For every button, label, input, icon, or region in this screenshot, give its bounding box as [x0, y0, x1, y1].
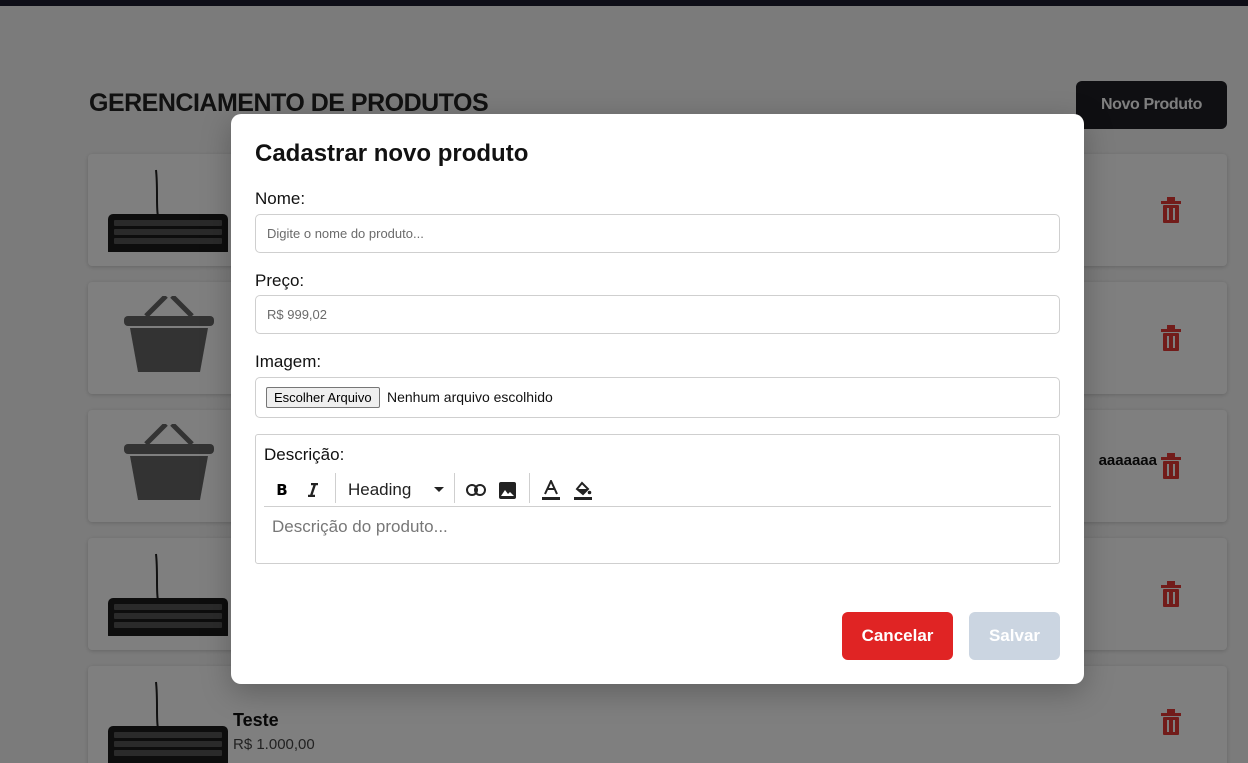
image-icon[interactable] [493, 476, 521, 504]
text-color-icon[interactable] [537, 476, 565, 504]
image-label: Imagem: [255, 352, 322, 371]
toolbar-divider [529, 473, 530, 503]
bold-icon[interactable]: B [268, 476, 296, 504]
modal-title: Cadastrar novo produto [255, 140, 529, 167]
italic-icon[interactable] [299, 476, 327, 504]
name-label: Nome: [255, 189, 306, 208]
create-product-modal: Cadastrar novo produto Nome: Preço: Imag… [231, 114, 1084, 684]
product-price-input[interactable] [255, 295, 1060, 334]
toolbar-divider [335, 473, 336, 503]
product-name-input[interactable] [255, 214, 1060, 253]
file-status: Nenhum arquivo escolhido [387, 389, 553, 405]
price-label: Preço: [255, 271, 305, 290]
save-button[interactable]: Salvar [969, 612, 1060, 660]
link-icon[interactable] [462, 476, 490, 504]
description-input[interactable]: Descrição do produto... [272, 517, 448, 537]
editor-toolbar: B Heading [264, 473, 1051, 507]
highlight-color-icon[interactable] [569, 476, 597, 504]
image-file-input[interactable]: Escolher Arquivo Nenhum arquivo escolhid… [255, 377, 1060, 418]
description-editor: Descrição: B Heading Descrição do produt… [255, 434, 1060, 564]
choose-file-button[interactable]: Escolher Arquivo [266, 387, 380, 408]
heading-select[interactable]: Heading [348, 476, 448, 504]
chevron-down-icon [434, 487, 444, 492]
cancel-button[interactable]: Cancelar [842, 612, 953, 660]
toolbar-divider [454, 473, 455, 503]
heading-select-value: Heading [348, 480, 412, 499]
description-label: Descrição: [264, 445, 345, 464]
